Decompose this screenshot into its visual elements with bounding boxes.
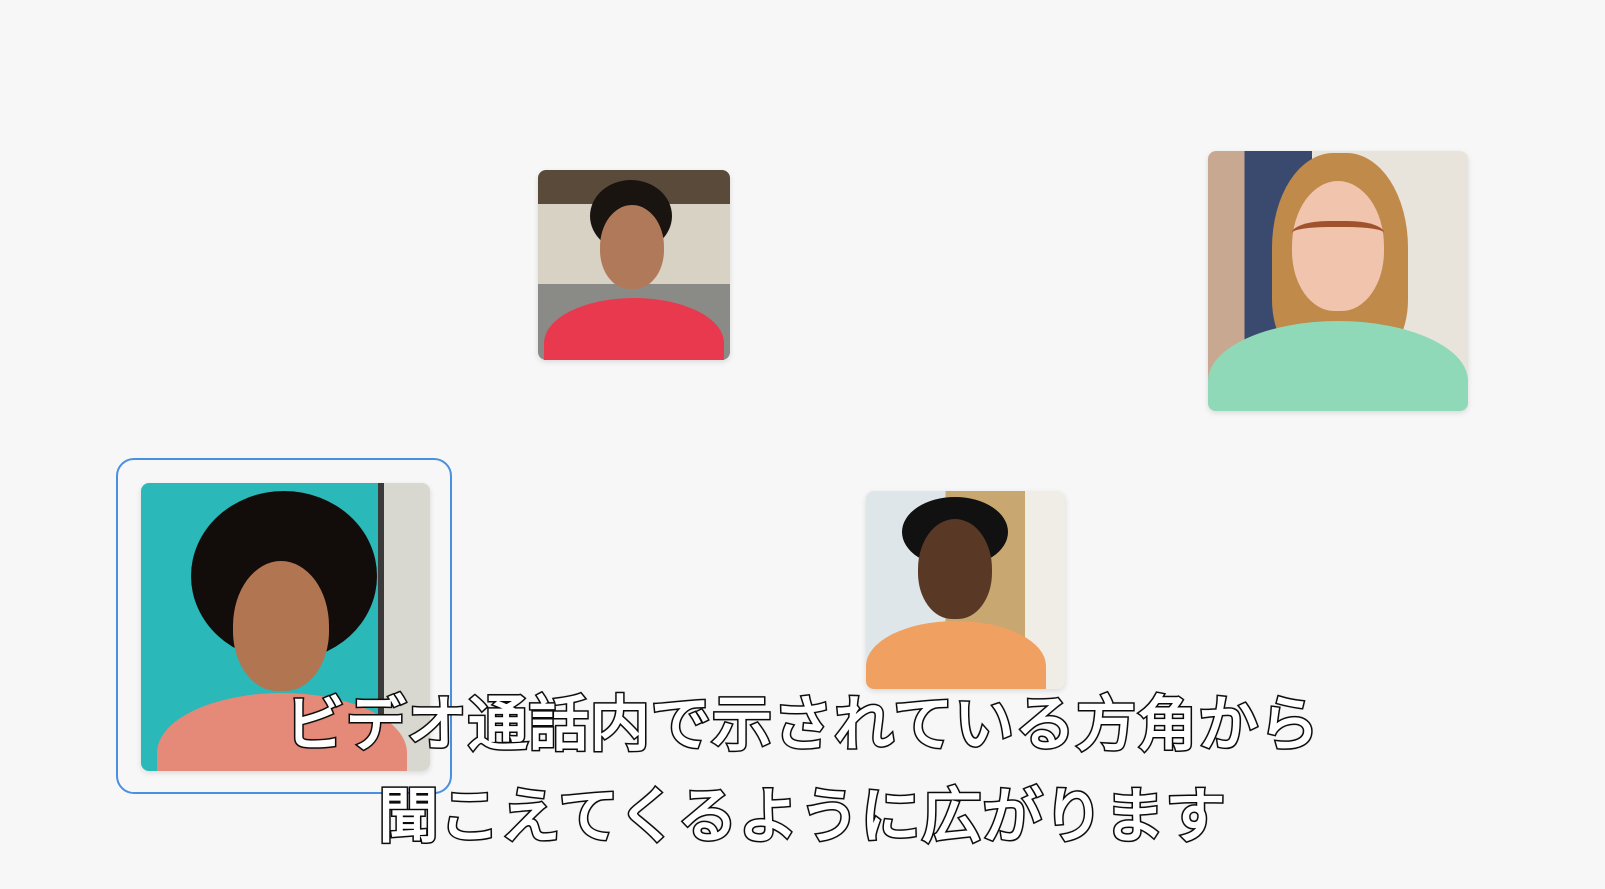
face [233,561,329,691]
subtitle-line-2: 聞こえてくるように広がります [377,781,1227,854]
subtitle-line-1: ビデオ通話内で示されている方角から [283,689,1321,762]
video-tile-participant-2[interactable] [1208,151,1468,411]
video-tile-participant-4[interactable] [866,491,1065,689]
face [600,205,664,289]
glasses-icon [1292,221,1384,251]
video-tile-participant-1[interactable] [538,170,730,360]
face [918,519,992,619]
